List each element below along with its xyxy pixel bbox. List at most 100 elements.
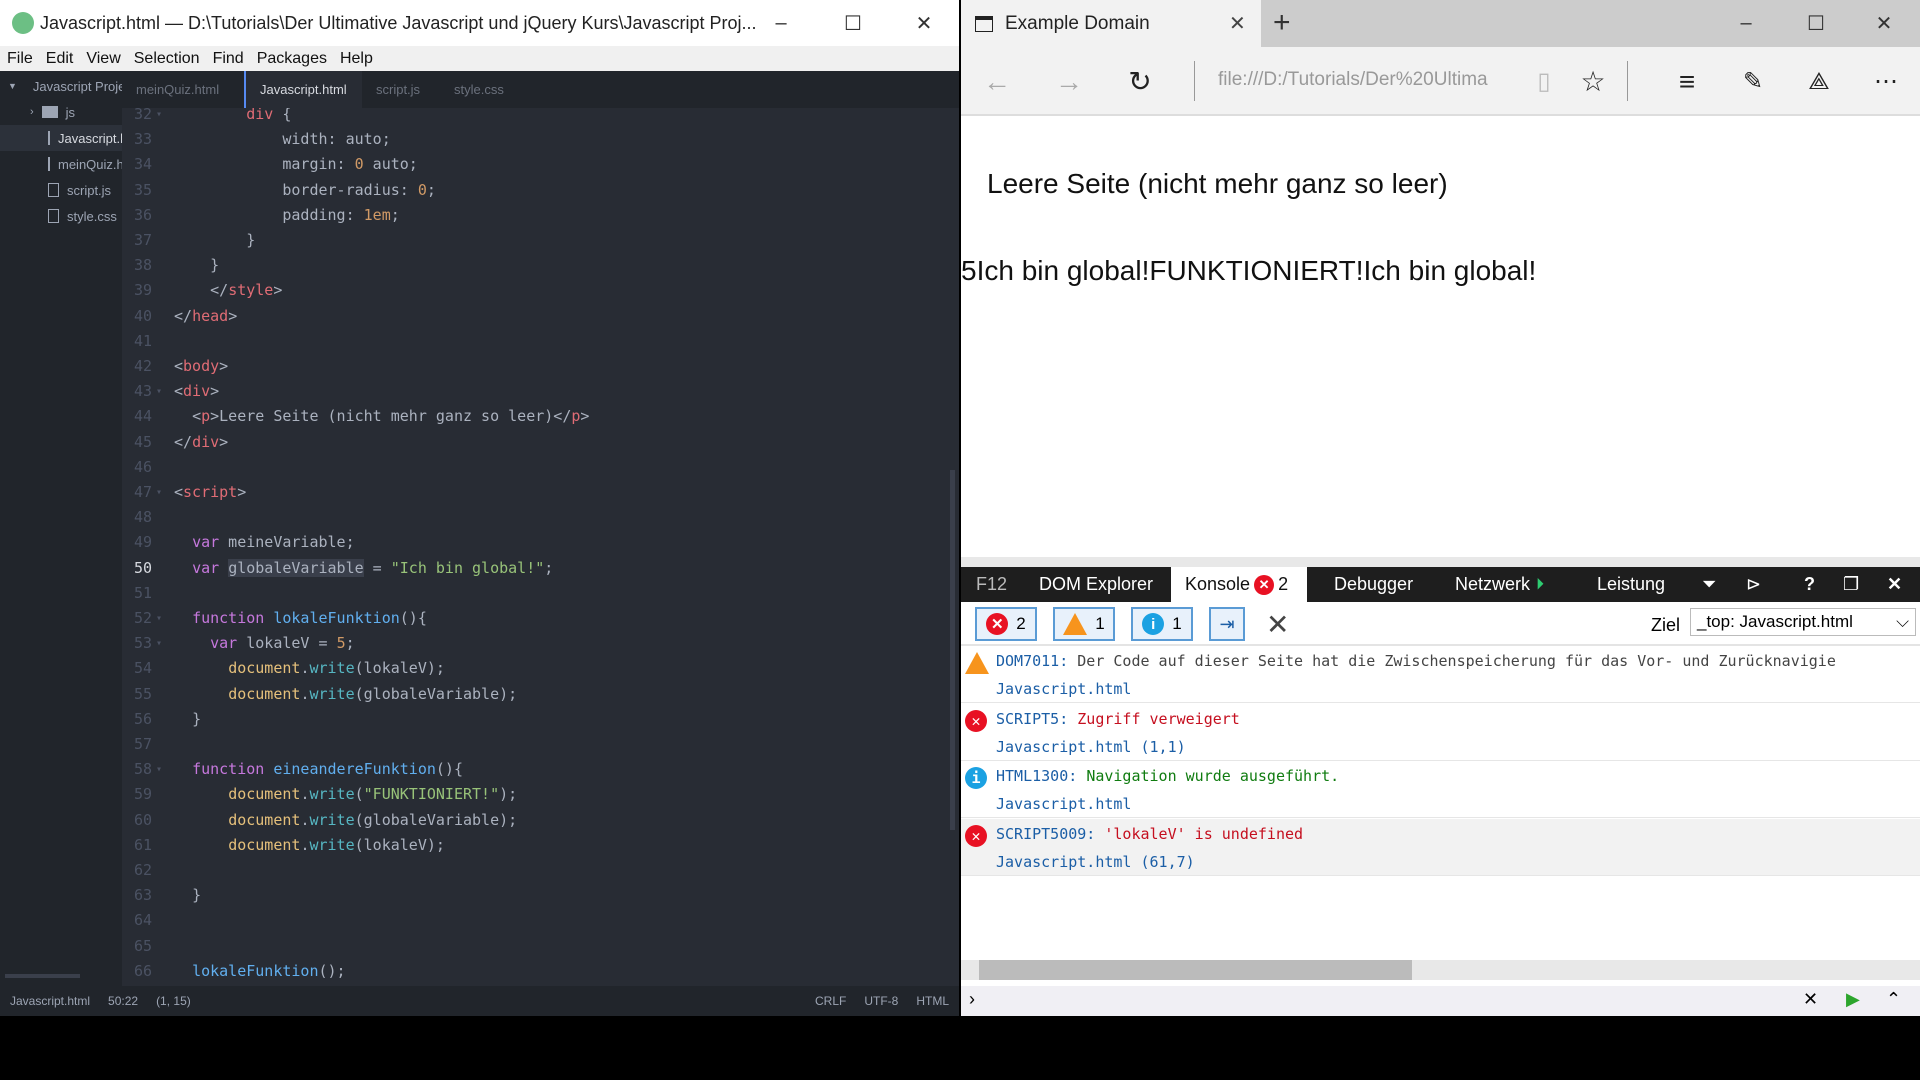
filter-errors-button[interactable]: ✕2 — [975, 607, 1037, 641]
help-icon[interactable]: ? — [1804, 567, 1815, 602]
code-line[interactable]: 58▾ function eineandereFunktion(){ — [122, 757, 912, 782]
tree-file-javascript-html[interactable]: Javascript.html — [0, 125, 122, 151]
close-tab-icon[interactable]: ✕ — [1229, 11, 1246, 36]
menu-view[interactable]: View — [79, 50, 126, 68]
message-source-link[interactable]: Javascript.html — [996, 795, 1131, 813]
code-line[interactable]: 52▾ function lokaleFunktion(){ — [122, 606, 912, 631]
scrollbar-thumb[interactable] — [979, 960, 1412, 980]
status-cursor-position[interactable]: 50:22 — [108, 994, 138, 1008]
tree-horizontal-scrollbar[interactable] — [5, 974, 80, 978]
more-icon[interactable]: ⋯ — [1866, 47, 1906, 116]
code-line[interactable]: 47▾<script> — [122, 480, 912, 505]
code-line[interactable]: 49 var meineVariable; — [122, 530, 912, 555]
console-toggle-icon[interactable]: ⊳ — [1746, 567, 1761, 602]
new-tab-button[interactable]: + — [1273, 6, 1291, 40]
expand-multiline-icon[interactable]: ⌃ — [1886, 989, 1901, 1010]
menu-packages[interactable]: Packages — [250, 50, 333, 68]
more-tools-icon[interactable]: ⏷ — [1702, 567, 1716, 602]
tab-dom-explorer[interactable]: DOM Explorer — [1039, 567, 1153, 602]
code-line[interactable]: 36 padding: 1em; — [122, 203, 912, 228]
clear-on-navigate-button[interactable]: ⇥ — [1209, 607, 1245, 641]
menu-file[interactable]: File — [0, 50, 39, 68]
code-line[interactable]: 38 } — [122, 253, 912, 278]
filter-warnings-button[interactable]: 1 — [1053, 607, 1115, 641]
tab-script-js[interactable]: script.js — [362, 71, 434, 108]
code-line[interactable]: 48 — [122, 505, 912, 530]
tab-debugger[interactable]: Debugger — [1334, 567, 1413, 602]
message-source-link[interactable]: Javascript.html — [996, 680, 1131, 698]
browser-maximize-button[interactable]: ☐ — [1781, 0, 1851, 46]
devtools-resize-handle[interactable] — [961, 557, 1920, 567]
menu-selection[interactable]: Selection — [127, 50, 206, 68]
code-line[interactable]: 44 <p>Leere Seite (nicht mehr ganz so le… — [122, 404, 912, 429]
code-line[interactable]: 46 — [122, 455, 912, 480]
status-encoding[interactable]: UTF-8 — [864, 994, 898, 1008]
code-line[interactable]: 61 document.write(lokaleV); — [122, 833, 912, 858]
code-line[interactable]: 50 var globaleVariable = "Ich bin global… — [122, 556, 912, 581]
tab-javascript-html[interactable]: Javascript.html — [244, 71, 362, 108]
message-source-link[interactable]: Javascript.html (61,7) — [996, 853, 1195, 871]
code-line[interactable]: 32▾ div { — [122, 108, 912, 127]
fold-chevron-icon[interactable]: ▾ — [156, 108, 162, 127]
fold-chevron-icon[interactable]: ▾ — [156, 757, 162, 782]
code-line[interactable]: 56 } — [122, 707, 912, 732]
code-line[interactable]: 59 document.write("FUNKTIONIERT!"); — [122, 782, 912, 807]
tree-file-style-css[interactable]: style.css — [0, 203, 122, 229]
message-source-link[interactable]: Javascript.html (1,1) — [996, 738, 1186, 756]
code-line[interactable]: 57 — [122, 732, 912, 757]
code-line[interactable]: 42<body> — [122, 354, 912, 379]
share-icon[interactable]: ⟁ — [1799, 47, 1839, 116]
code-line[interactable]: 40</head> — [122, 304, 912, 329]
target-select[interactable]: _top: Javascript.html⌵ — [1690, 608, 1916, 636]
code-line[interactable]: 41 — [122, 329, 912, 354]
address-bar[interactable]: file:///D:/Tutorials/Der%20Ultima — [1218, 69, 1508, 91]
console-message-warning[interactable]: DOM7011: Der Code auf dieser Seite hat d… — [961, 646, 1920, 703]
refresh-button[interactable]: ↻ — [1118, 47, 1162, 116]
maximize-button[interactable]: ☐ — [818, 0, 888, 46]
status-file-name[interactable]: Javascript.html — [10, 994, 90, 1008]
code-line[interactable]: 62 — [122, 858, 912, 883]
code-line[interactable]: 53▾ var lokaleV = 5; — [122, 631, 912, 656]
tab-netzwerk[interactable]: Netzwerk⏵ — [1455, 567, 1544, 602]
hub-icon[interactable]: ≡ — [1667, 47, 1707, 116]
close-button[interactable]: ✕ — [889, 0, 959, 46]
undock-icon[interactable]: ❐ — [1843, 567, 1859, 602]
status-line-ending[interactable]: CRLF — [815, 994, 846, 1008]
run-icon[interactable]: ▶ — [1846, 989, 1860, 1010]
tree-folder-js[interactable]: ›js — [0, 99, 122, 125]
fold-chevron-icon[interactable]: ▾ — [156, 379, 162, 404]
menu-find[interactable]: Find — [206, 50, 250, 68]
close-devtools-icon[interactable]: ✕ — [1887, 567, 1902, 602]
code-line[interactable]: 45</div> — [122, 430, 912, 455]
status-grammar[interactable]: HTML — [916, 994, 949, 1008]
code-line[interactable]: 37 } — [122, 228, 912, 253]
web-note-icon[interactable]: ✎ — [1733, 47, 1773, 116]
tree-file-script-js[interactable]: script.js — [0, 177, 122, 203]
tree-root-folder[interactable]: ▼Javascript Projekt — [0, 73, 122, 99]
console-message-error[interactable]: ✕SCRIPT5009: 'lokaleV' is undefinedJavas… — [961, 819, 1920, 876]
menu-help[interactable]: Help — [333, 50, 379, 68]
tree-file-meinquiz-html[interactable]: meinQuiz.html — [0, 151, 122, 177]
tab-style-css[interactable]: style.css — [440, 71, 518, 108]
browser-tab[interactable]: Example Domain ✕ — [961, 0, 1261, 47]
code-line[interactable]: 60 document.write(globaleVariable); — [122, 808, 912, 833]
menu-edit[interactable]: Edit — [39, 50, 80, 68]
console-message-info[interactable]: iHTML1300: Navigation wurde ausgeführt.J… — [961, 761, 1920, 818]
code-line[interactable]: 65 — [122, 934, 912, 959]
editor-vertical-scrollbar[interactable] — [950, 470, 955, 830]
fold-chevron-icon[interactable]: ▾ — [156, 480, 162, 505]
console-input[interactable]: › ✕ ▶ ⌃ — [961, 986, 1920, 1016]
fold-chevron-icon[interactable]: ▾ — [156, 631, 162, 656]
code-line[interactable]: 64 — [122, 908, 912, 933]
favorites-star-icon[interactable]: ☆ — [1573, 47, 1613, 116]
forward-button[interactable]: → — [1047, 47, 1091, 116]
code-line[interactable]: 43▾<div> — [122, 379, 912, 404]
code-line[interactable]: 51 — [122, 581, 912, 606]
tab-konsole[interactable]: Konsole✕2 — [1171, 567, 1307, 602]
code-line[interactable]: 34 margin: 0 auto; — [122, 152, 912, 177]
code-line[interactable]: 35 border-radius: 0; — [122, 178, 912, 203]
console-horizontal-scrollbar[interactable] — [961, 960, 1920, 980]
code-line[interactable]: 33 width: auto; — [122, 127, 912, 152]
clear-console-icon[interactable]: ✕ — [1266, 608, 1289, 641]
code-line[interactable]: 39 </style> — [122, 278, 912, 303]
